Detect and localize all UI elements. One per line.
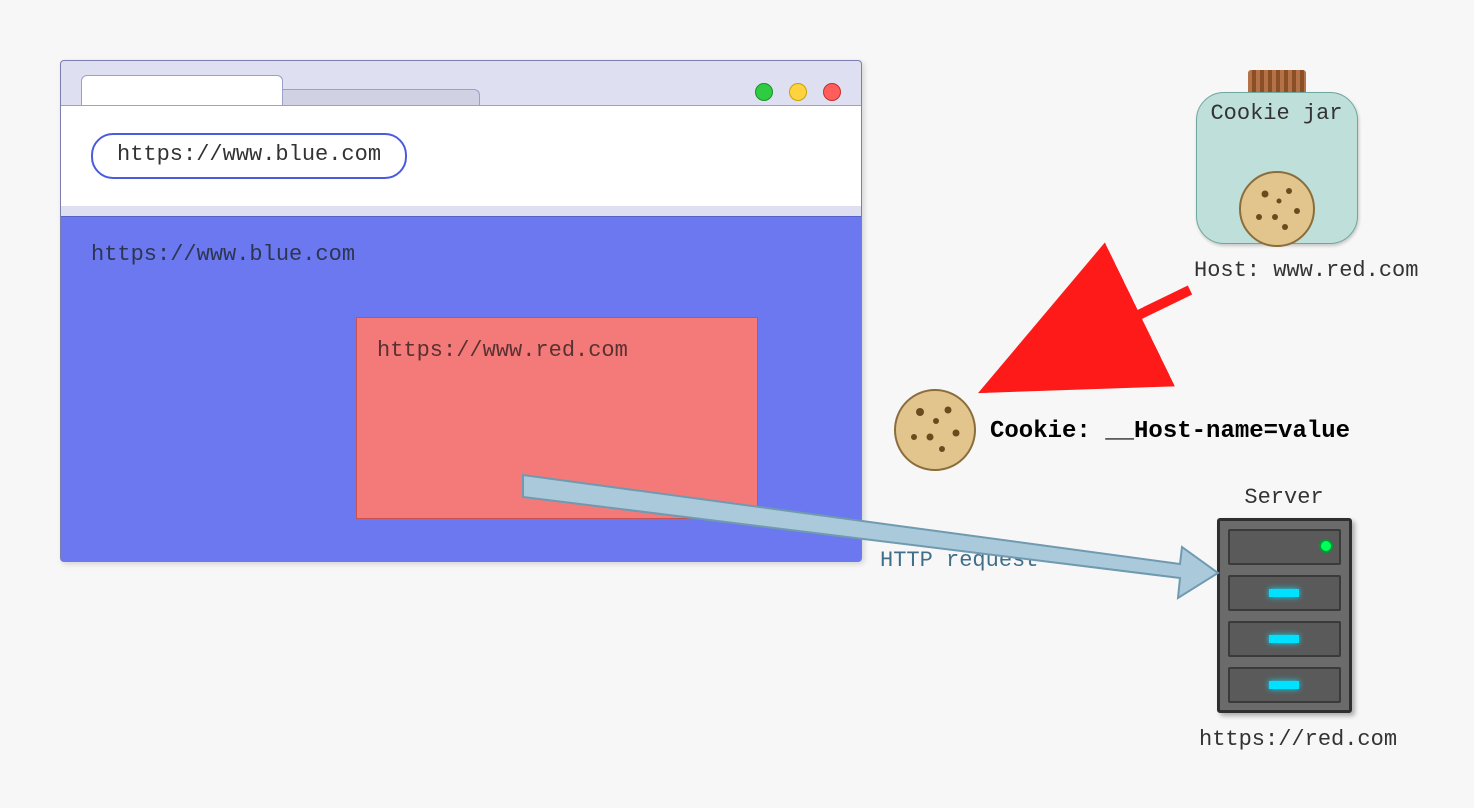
server-icon [1217,518,1352,713]
address-bar-url: https://www.blue.com [91,133,407,179]
cookie-jar: Cookie jar Host: www.red.com [1194,70,1359,283]
browser-address-bar: https://www.blue.com [61,105,861,206]
window-controls [755,83,841,101]
server-rack-slot [1228,667,1341,703]
cookie-jar-label: Cookie jar [1197,101,1357,126]
server-panel-top [1228,529,1341,565]
browser-tab-strip [61,61,861,105]
http-request-label: HTTP request [880,548,1038,573]
diagram-stage: https://www.blue.com https://www.blue.co… [0,0,1474,808]
top-level-page: https://www.blue.com https://www.red.com [61,216,861,561]
window-close-icon [823,83,841,101]
server-block: Server https://red.com [1199,485,1369,752]
embedded-iframe: https://www.red.com [356,317,758,519]
cookie-jar-body: Cookie jar [1196,92,1358,244]
server-led-icon [1319,539,1333,553]
cookie-jar-lid-icon [1248,70,1306,92]
server-rack-slot [1228,575,1341,611]
cookie-header-text: Cookie: __Host-name=value [990,418,1350,445]
cookie-in-jar-icon [1237,169,1317,256]
window-minimize-icon [755,83,773,101]
cookie-icon [890,385,980,482]
window-maximize-icon [789,83,807,101]
browser-window: https://www.blue.com https://www.blue.co… [60,60,862,562]
arrow-jar-to-cookie [1005,290,1190,380]
iframe-origin-label: https://www.red.com [377,338,628,363]
server-rack-slot [1228,621,1341,657]
server-url-label: https://red.com [1199,727,1369,752]
server-title: Server [1199,485,1369,510]
page-origin-label: https://www.blue.com [91,242,355,267]
cookie-jar-host-label: Host: www.red.com [1194,258,1359,283]
